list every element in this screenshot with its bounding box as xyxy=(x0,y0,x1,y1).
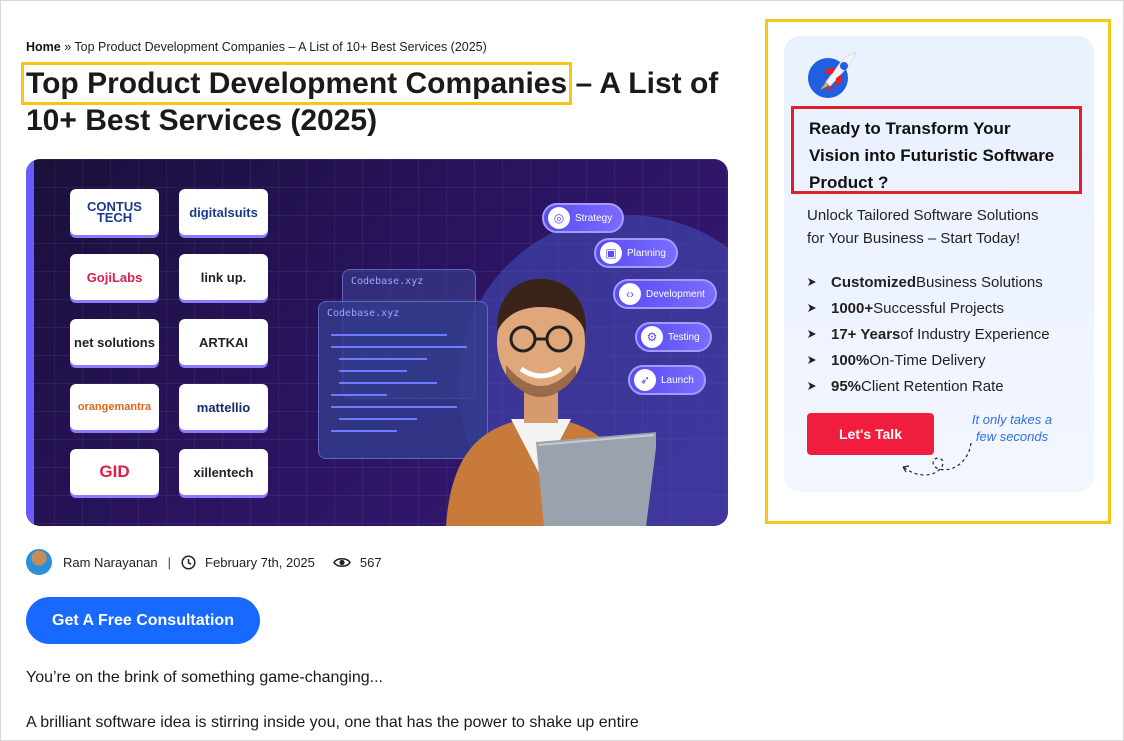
sidebar-benefits-list: Customized Business Solutions 1000+ Succ… xyxy=(807,269,1050,399)
breadcrumb-current: Top Product Development Companies – A Li… xyxy=(74,40,487,54)
page-title: Top Product Development Companies – A Li… xyxy=(20,62,726,139)
author-avatar[interactable] xyxy=(26,549,52,575)
clock-icon xyxy=(181,554,196,570)
logo-contus-tech: CONTUS TECH xyxy=(70,189,159,235)
person-with-laptop-illustration xyxy=(446,278,656,526)
hero-accent-bar xyxy=(26,159,34,526)
title-highlight: Top Product Development Companies xyxy=(20,62,573,105)
logo-net-solutions: net solutions xyxy=(70,319,159,365)
arrow-bullet-icon xyxy=(808,330,816,338)
dashed-arrow-icon xyxy=(902,442,972,476)
view-count: 567 xyxy=(359,554,382,570)
logo-mattellio: mattellio xyxy=(179,384,268,430)
logo-xillentech: xillentech xyxy=(179,449,268,495)
sidebar-subheading: Unlock Tailored Software Solutions for Y… xyxy=(807,207,1039,247)
list-item: 95% Client Retention Rate xyxy=(807,373,1050,399)
list-item: 17+ Years of Industry Experience xyxy=(807,321,1050,347)
list-item: 100% On-Time Delivery xyxy=(807,347,1050,373)
logo-gid: GID xyxy=(70,449,159,495)
breadcrumb: Home » Top Product Development Companies… xyxy=(26,40,487,54)
breadcrumb-separator: » xyxy=(64,40,72,54)
article-meta: Ram Narayanan | February 7th, 2025 567 xyxy=(26,549,382,575)
eye-icon xyxy=(332,555,351,570)
breadcrumb-home-link[interactable]: Home xyxy=(26,40,61,54)
logo-linkup: link up. xyxy=(179,254,268,300)
publish-date: February 7th, 2025 xyxy=(205,554,315,570)
logo-digitalsuits: digitalsuits xyxy=(179,189,268,235)
author-name[interactable]: Ram Narayanan xyxy=(63,555,158,570)
sidebar-heading: Ready to Transform Your Vision into Futu… xyxy=(791,106,1082,194)
arrow-bullet-icon xyxy=(808,304,816,312)
arrow-bullet-icon xyxy=(808,278,816,286)
arrow-bullet-icon xyxy=(808,382,816,390)
target-icon: ◎ xyxy=(548,207,570,229)
get-free-consultation-button[interactable]: Get A Free Consultation xyxy=(26,597,260,644)
meta-divider: | xyxy=(167,554,172,570)
hero-image: CONTUS TECH digitalsuits GojiLabs link u… xyxy=(26,159,728,526)
logo-orangemantra: orangemantra xyxy=(70,384,159,430)
list-item: 1000+ Successful Projects xyxy=(807,295,1050,321)
logo-artkai: ARTKAI xyxy=(179,319,268,365)
rocket-icon xyxy=(808,51,857,98)
body-paragraph: A brilliant software idea is stirring in… xyxy=(26,714,639,731)
list-item: Customized Business Solutions xyxy=(807,269,1050,295)
arrow-bullet-icon xyxy=(808,356,816,364)
logo-gojilabs: GojiLabs xyxy=(70,254,159,300)
stage-pill-strategy: ◎ Strategy xyxy=(542,203,625,233)
intro-paragraph: You’re on the brink of something game-ch… xyxy=(26,669,383,686)
